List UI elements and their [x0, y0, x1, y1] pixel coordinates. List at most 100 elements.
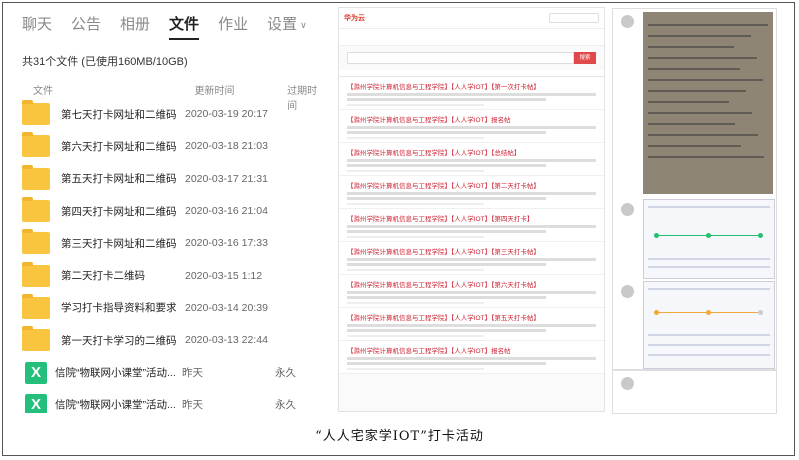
file-row[interactable]: 第六天打卡网址和二维码 2020-03-18 21:03: [22, 130, 327, 162]
handwriting-stroke: [648, 123, 735, 125]
post-excerpt-line: [347, 258, 596, 261]
post-excerpt-line: [347, 230, 547, 233]
file-updated-time: 2020-03-17 21:31: [185, 172, 268, 185]
forum-post-title[interactable]: 【滁州学院计算机信息与工程学院】【人人学IOT】【第六天打卡帖】: [347, 279, 596, 289]
post-excerpt-line: [347, 291, 596, 294]
file-row[interactable]: 第五天打卡网址和二维码 2020-03-17 21:31: [22, 163, 327, 195]
iot-console-screenshot: [643, 281, 775, 369]
file-row[interactable]: 第三天打卡网址和二维码 2020-03-16 17:33: [22, 227, 327, 259]
forum-post-title[interactable]: 【滁州学院计算机信息与工程学院】【人人学IOT】【第四天打卡】: [347, 213, 596, 223]
forum-post[interactable]: 【滁州学院计算机信息与工程学院】【人人学IOT】【第三天打卡帖】: [339, 242, 604, 275]
file-name[interactable]: 第六天打卡网址和二维码: [61, 139, 185, 154]
file-row[interactable]: 第二天打卡二维码 2020-03-15 1:12: [22, 259, 327, 291]
folder-icon: [22, 132, 50, 158]
post-excerpt-line: [347, 192, 596, 195]
forum-filter-tabs: [339, 70, 604, 77]
forum-post[interactable]: 【滁州学院计算机信息与工程学院】【人人学IOT】报名帖: [339, 341, 604, 374]
forum-screenshot: 华为云 搜索 【滁州学院计算机信息与工程学院】【人人学IOT】【第一次打卡帖】【…: [338, 7, 605, 412]
iot-console-screenshot: [643, 199, 775, 279]
post-meta-line: [347, 368, 484, 370]
handwriting-stroke: [648, 79, 763, 81]
forum-post-title[interactable]: 【滁州学院计算机信息与工程学院】【人人学IOT】【第五天打卡帖】: [347, 312, 596, 322]
forum-post-title[interactable]: 【滁州学院计算机信息与工程学院】【人人学IOT】【第二天打卡帖】: [347, 180, 596, 190]
huawei-cloud-logo: 华为云: [344, 15, 365, 22]
post-meta-line: [347, 269, 484, 271]
file-row[interactable]: X 信院“物联网小课堂”活动... 昨天 永久: [22, 356, 327, 388]
forum-top-search[interactable]: [549, 13, 599, 23]
excel-file-icon: X: [25, 393, 47, 413]
file-row[interactable]: 第四天打卡网址和二维码 2020-03-16 21:04: [22, 195, 327, 227]
file-expiry: 永久: [275, 399, 296, 412]
group-tabs: 聊天 公告 相册 文件 作业 设置 ∨: [22, 8, 327, 40]
avatar: [621, 285, 634, 298]
forum-post[interactable]: 【滁州学院计算机信息与工程学院】【人人学IOT】【第一次打卡帖】: [339, 77, 604, 110]
post-meta-line: [347, 170, 484, 172]
tab-settings[interactable]: 设置 ∨: [267, 13, 307, 38]
column-expiry[interactable]: 过期时间: [287, 82, 327, 112]
handwriting-stroke: [648, 24, 768, 26]
forum-topbar: 华为云: [339, 8, 604, 29]
file-row[interactable]: 学习打卡指导资料和要求 2020-03-14 20:39: [22, 292, 327, 324]
file-list: 第七天打卡网址和二维码 2020-03-19 20:17 第六天打卡网址和二维码 20…: [22, 98, 327, 413]
file-name[interactable]: 第七天打卡网址和二维码: [61, 107, 185, 122]
file-table-header: 文件 更新时间 过期时间: [22, 82, 327, 112]
file-expiry: 永久: [275, 367, 296, 380]
file-name[interactable]: 第一天打卡学习的二维码: [61, 333, 185, 348]
file-row[interactable]: X 信院“物联网小课堂”活动... 昨天 永久: [22, 389, 327, 413]
post-meta-line: [347, 137, 484, 139]
post-excerpt-line: [347, 225, 596, 228]
handwriting-stroke: [648, 112, 752, 114]
folder-icon: [22, 197, 50, 223]
file-updated-time: 昨天: [182, 367, 203, 380]
avatar: [621, 203, 634, 216]
tab-homework[interactable]: 作业: [218, 13, 248, 38]
handwriting-stroke: [648, 134, 758, 136]
tab-announcements[interactable]: 公告: [71, 13, 101, 38]
tab-album[interactable]: 相册: [120, 13, 150, 38]
file-updated-time: 2020-03-18 21:03: [185, 140, 268, 153]
file-name[interactable]: 第三天打卡网址和二维码: [61, 236, 185, 251]
forum-search-button[interactable]: 搜索: [574, 52, 596, 64]
post-excerpt-line: [347, 329, 547, 332]
forum-post[interactable]: 【滁州学院计算机信息与工程学院】【人人学IOT】报名帖: [339, 110, 604, 143]
forum-post-title[interactable]: 【滁州学院计算机信息与工程学院】【人人学IOT】【总结帖】: [347, 147, 596, 157]
post-excerpt-line: [347, 357, 596, 360]
file-row[interactable]: 第一天打卡学习的二维码 2020-03-13 22:44: [22, 324, 327, 356]
forum-post-title[interactable]: 【滁州学院计算机信息与工程学院】【人人学IOT】【第一次打卡帖】: [347, 81, 596, 91]
file-name[interactable]: 信院“物联网小课堂”活动...: [55, 397, 182, 412]
file-name[interactable]: 第五天打卡网址和二维码: [61, 171, 185, 186]
file-name[interactable]: 信院“物联网小课堂”活动...: [55, 365, 182, 380]
column-name[interactable]: 文件: [22, 82, 194, 97]
file-updated-time: 2020-03-14 20:39: [185, 301, 268, 314]
tab-files[interactable]: 文件: [169, 13, 200, 40]
post-excerpt-line: [347, 93, 596, 96]
column-updated[interactable]: 更新时间: [194, 82, 287, 97]
forum-post[interactable]: 【滁州学院计算机信息与工程学院】【人人学IOT】【总结帖】: [339, 143, 604, 176]
forum-post-title[interactable]: 【滁州学院计算机信息与工程学院】【人人学IOT】报名帖: [347, 114, 596, 124]
handwriting-stroke: [648, 101, 729, 103]
folder-icon: [22, 164, 50, 190]
chevron-down-icon: ∨: [300, 19, 307, 30]
forum-post[interactable]: 【滁州学院计算机信息与工程学院】【人人学IOT】【第四天打卡】: [339, 209, 604, 242]
file-name[interactable]: 第四天打卡网址和二维码: [61, 204, 185, 219]
post-excerpt-line: [347, 98, 547, 101]
post-excerpt-line: [347, 362, 547, 365]
file-name[interactable]: 第二天打卡二维码: [61, 268, 185, 283]
post-meta-line: [347, 236, 484, 238]
tab-chat[interactable]: 聊天: [22, 13, 52, 38]
file-updated-time: 2020-03-19 20:17: [185, 108, 268, 121]
forum-post[interactable]: 【滁州学院计算机信息与工程学院】【人人学IOT】【第二天打卡帖】: [339, 176, 604, 209]
post-excerpt-line: [347, 324, 596, 327]
file-name[interactable]: 学习打卡指导资料和要求: [61, 300, 185, 315]
file-updated-time: 2020-03-13 22:44: [185, 334, 268, 347]
forum-post[interactable]: 【滁州学院计算机信息与工程学院】【人人学IOT】【第六天打卡帖】: [339, 275, 604, 308]
post-meta-line: [347, 203, 484, 205]
file-row[interactable]: 第七天打卡网址和二维码 2020-03-19 20:17: [22, 98, 327, 130]
phone-chat-screenshot: [612, 370, 777, 414]
forum-post-title[interactable]: 【滁州学院计算机信息与工程学院】【人人学IOT】报名帖: [347, 345, 596, 355]
forum-nav: [339, 29, 604, 46]
file-updated-time: 昨天: [182, 399, 203, 412]
forum-search-input[interactable]: [347, 52, 574, 64]
forum-post-title[interactable]: 【滁州学院计算机信息与工程学院】【人人学IOT】【第三天打卡帖】: [347, 246, 596, 256]
forum-post[interactable]: 【滁州学院计算机信息与工程学院】【人人学IOT】【第五天打卡帖】: [339, 308, 604, 341]
